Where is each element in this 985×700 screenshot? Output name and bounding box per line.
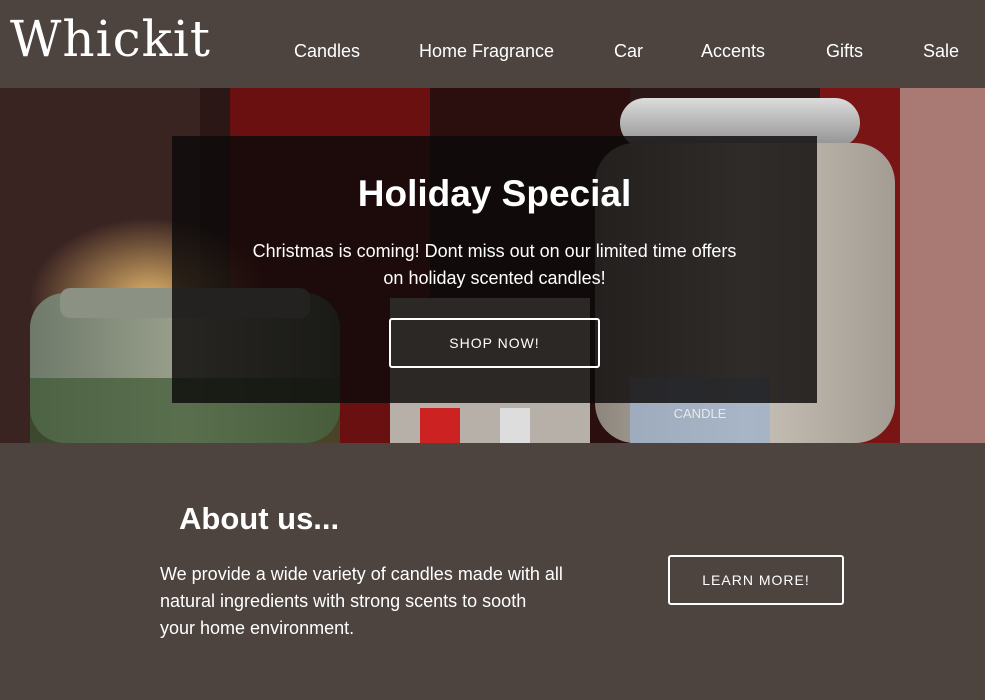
nav-item-home-fragrance[interactable]: Home Fragrance <box>419 40 554 62</box>
jar-label-text: CANDLE <box>674 406 727 421</box>
main-nav: Candles Home Fragrance Car Accents Gifts… <box>0 40 985 64</box>
hero-description: Christmas is coming! Dont miss out on ou… <box>222 238 767 292</box>
about-description-line: We provide a wide variety of candles mad… <box>160 564 563 584</box>
hero-description-line: Christmas is coming! Dont miss out on ou… <box>252 241 737 261</box>
nav-item-gifts[interactable]: Gifts <box>826 40 863 62</box>
hero-title: Holiday Special <box>357 173 632 214</box>
about-description-line: natural ingredients with strong scents t… <box>160 591 527 611</box>
about-description-line: your home environment. <box>160 618 355 638</box>
about-section: About us... We provide a wide variety of… <box>0 443 985 700</box>
hero-overlay-panel: Holiday Special Christmas is coming! Don… <box>172 136 817 403</box>
nav-item-candles[interactable]: Candles <box>294 40 360 62</box>
nav-item-car[interactable]: Car <box>614 40 643 62</box>
hero-banner: CANDLE Holiday Special Christmas is comi… <box>0 88 985 443</box>
hero-description-line: on holiday scented candles! <box>383 268 606 288</box>
shop-now-button[interactable]: SHOP NOW! <box>389 318 600 368</box>
learn-more-button[interactable]: LEARN MORE! <box>668 555 844 605</box>
site-header: Whickit Candles Home Fragrance Car Accen… <box>0 0 985 88</box>
nav-item-sale[interactable]: Sale <box>923 40 959 62</box>
about-description: We provide a wide variety of candles mad… <box>160 561 600 642</box>
nav-item-accents[interactable]: Accents <box>701 40 765 62</box>
about-title: About us... <box>179 501 340 536</box>
